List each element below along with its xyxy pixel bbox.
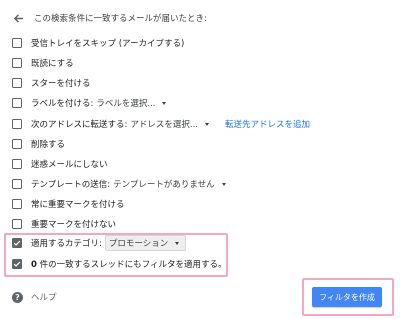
label-select-value: ラベルを選択...	[96, 99, 156, 109]
help-link[interactable]: ? ヘルプ	[12, 290, 57, 304]
chevron-down-icon	[204, 122, 209, 126]
option-skip-inbox[interactable]: 受信トレイをスキップ (アーカイブする)	[12, 36, 184, 50]
checkmark-icon	[13, 261, 21, 267]
option-label: テンプレートの送信:	[31, 180, 111, 190]
option-send-template[interactable]: テンプレートの送信: テンプレートがありません	[12, 177, 226, 191]
option-categorize[interactable]: 適用するカテゴリ: プロモーション	[12, 235, 187, 251]
option-label: 迷惑メールにしない	[31, 160, 108, 170]
category-select[interactable]: プロモーション	[104, 235, 187, 251]
option-label: 受信トレイをスキップ (アーカイブする)	[31, 39, 185, 49]
option-label: 削除する	[31, 140, 66, 150]
apply-existing-checkbox[interactable]	[12, 259, 22, 269]
chevron-down-icon	[175, 241, 180, 245]
template-select[interactable]: テンプレートがありません	[113, 178, 226, 190]
chevron-down-icon	[221, 182, 226, 186]
forward-address-select[interactable]: アドレスを選択...	[130, 118, 209, 130]
mark-read-checkbox[interactable]	[12, 58, 22, 68]
label-select[interactable]: ラベルを選択...	[96, 97, 167, 109]
help-icon: ?	[12, 291, 23, 303]
option-star[interactable]: スターを付ける	[12, 76, 91, 90]
option-label: スターを付ける	[31, 79, 91, 89]
chevron-down-icon	[162, 101, 167, 105]
option-always-important[interactable]: 常に重要マークを付ける	[12, 197, 125, 211]
back-arrow-icon[interactable]	[12, 12, 24, 24]
option-label: 次のアドレスに転送する:	[31, 120, 128, 130]
option-mark-read[interactable]: 既読にする	[12, 56, 74, 70]
option-label: 0 件の一致するスレッドにもフィルタを適用する。	[31, 258, 226, 270]
categorize-checkbox[interactable]	[12, 238, 22, 248]
template-select-value: テンプレートがありません	[113, 180, 215, 190]
option-delete[interactable]: 削除する	[12, 137, 65, 151]
filter-header: この検索条件に一致するメールが届いたとき:	[12, 10, 207, 26]
help-label: ヘルプ	[31, 293, 57, 303]
option-apply-existing[interactable]: 0 件の一致するスレッドにもフィルタを適用する。	[12, 257, 226, 271]
star-checkbox[interactable]	[12, 78, 22, 88]
forward-checkbox[interactable]	[12, 119, 22, 129]
always-important-checkbox[interactable]	[12, 199, 22, 209]
option-label: 重要マークを付けない	[31, 220, 117, 230]
category-select-value: プロモーション	[108, 239, 169, 249]
never-spam-checkbox[interactable]	[12, 159, 22, 169]
checkmark-icon	[13, 240, 21, 246]
forward-select-value: アドレスを選択...	[130, 120, 198, 130]
option-label-text: 件の一致するスレッドにもフィルタを適用する。	[36, 260, 227, 270]
option-forward[interactable]: 次のアドレスに転送する: アドレスを選択... 転送先アドレスを追加	[12, 117, 310, 131]
option-label: 既読にする	[31, 59, 74, 69]
option-apply-label[interactable]: ラベルを付ける: ラベルを選択...	[12, 96, 167, 110]
apply-label-checkbox[interactable]	[12, 98, 22, 108]
option-label: ラベルを付ける:	[31, 99, 94, 109]
never-important-checkbox[interactable]	[12, 219, 22, 229]
send-template-checkbox[interactable]	[12, 179, 22, 189]
skip-inbox-checkbox[interactable]	[12, 38, 22, 48]
delete-checkbox[interactable]	[12, 139, 22, 149]
create-filter-button[interactable]: フィルタを作成	[312, 287, 382, 307]
option-label: 常に重要マークを付ける	[31, 200, 125, 210]
option-never-spam[interactable]: 迷惑メールにしない	[12, 157, 108, 171]
option-never-important[interactable]: 重要マークを付けない	[12, 217, 116, 231]
header-text: この検索条件に一致するメールが届いたとき:	[34, 14, 207, 24]
option-label: 適用するカテゴリ:	[31, 239, 102, 249]
add-forward-address-link[interactable]: 転送先アドレスを追加	[225, 118, 310, 130]
